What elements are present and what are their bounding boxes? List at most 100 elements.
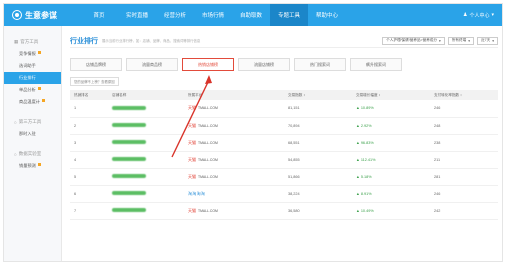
ranking-table: 热销排名 店铺名称 所属平台 交易指数 ↕ 交易增长幅度 ↕ 支付转化率指数 ↕…: [70, 90, 498, 220]
column-header-rank: 热销排名: [70, 90, 108, 100]
period-select[interactable]: 近7天 ▾: [477, 36, 498, 45]
platform-name: 天猫 TMALL.COM: [188, 122, 218, 128]
rank-cell: 7: [70, 202, 108, 220]
conversion-cell: 242: [430, 202, 498, 220]
new-badge: [41, 99, 45, 102]
table-row[interactable]: 2 天猫 TMALL.COM 70,894 ▲ 2.92% 248: [70, 117, 498, 135]
nav-item-help[interactable]: 帮助中心: [308, 4, 346, 26]
ranking-tabs: 店铺品牌榜 流量商品榜 热销店铺榜 流量店铺榜 热门搜索词 飙升搜索词: [70, 58, 498, 71]
tab-rising-keywords[interactable]: 飙升搜索词: [350, 58, 402, 71]
tab-traffic-stores[interactable]: 流量店铺榜: [238, 58, 290, 71]
table-row[interactable]: 6 淘淘淘淘 38,224 ▲ 8.91% 246: [70, 185, 498, 203]
conversion-cell: 281: [430, 168, 498, 186]
sidebar-group-official[interactable]: ▦ 官方工具: [4, 36, 61, 48]
nav-item-operations[interactable]: 经营分析: [156, 4, 194, 26]
growth-cell: ▲ 10.49%: [352, 202, 430, 220]
grid-icon: ▦: [14, 39, 19, 44]
tab-brand-ranking[interactable]: 店铺品牌榜: [70, 58, 122, 71]
trade-index-cell: 54,855: [284, 151, 352, 169]
new-badge: [37, 51, 41, 54]
device-select[interactable]: 所有终端 ▾: [447, 36, 474, 45]
flask-icon: ○: [14, 151, 17, 157]
rank-cell: 6: [70, 185, 108, 203]
trade-index-cell: 70,894: [284, 117, 352, 135]
sidebar-group-lab[interactable]: ○ 数据实验室: [4, 148, 61, 160]
store-cell[interactable]: [108, 185, 184, 203]
platform-suffix: TMALL.COM: [198, 157, 218, 162]
rank-cell: 1: [70, 100, 108, 118]
store-cell[interactable]: [108, 202, 184, 220]
sidebar-item-competition[interactable]: 竞争情报: [4, 48, 61, 60]
store-cell[interactable]: [108, 168, 184, 186]
conversion-cell: 246: [430, 100, 498, 118]
table-row[interactable]: 3 天猫 TMALL.COM 68,551 ▲ 96.83% 238: [70, 134, 498, 152]
growth-cell: ▲ 5.18%: [352, 168, 430, 186]
not-ranked-hint[interactable]: 您的品牌不上榜？查看原因: [70, 77, 119, 86]
platform-name: 天猫 TMALL.COM: [188, 156, 218, 162]
column-header-conversion[interactable]: 支付转化率指数 ↕: [430, 90, 498, 100]
sidebar-item-item-analysis[interactable]: 单品分析: [4, 84, 61, 96]
tab-traffic-items[interactable]: 流量商品榜: [126, 58, 178, 71]
platform-name: 天猫 TMALL.COM: [188, 173, 218, 179]
nav-item-tools[interactable]: 专题工具: [270, 4, 308, 26]
platform-cell: 天猫 TMALL.COM: [184, 168, 284, 186]
sidebar-item-thermometer[interactable]: 商品温度计: [4, 96, 61, 108]
filter-controls: 个人护理/保健/营养品>营养成分 ▾ 所有终端 ▾ 近7天 ▾: [382, 36, 498, 45]
table-row[interactable]: 7 天猫 TMALL.COM 36,580 ▲ 10.49% 242: [70, 202, 498, 220]
sidebar-group-third-party[interactable]: ○ 第三方工具: [4, 116, 61, 128]
category-select[interactable]: 个人护理/保健/营养品>营养成分 ▾: [382, 36, 445, 45]
sidebar-item-third-party[interactable]: 那时入驻: [4, 128, 61, 140]
store-cell[interactable]: [108, 117, 184, 135]
platform-suffix: TMALL.COM: [198, 140, 218, 145]
platform-cell: 淘淘淘淘: [184, 185, 284, 203]
tab-hot-keywords[interactable]: 热门搜索词: [294, 58, 346, 71]
trade-index-cell: 38,224: [284, 185, 352, 203]
store-cell[interactable]: [108, 100, 184, 118]
platform-suffix: TMALL.COM: [198, 174, 218, 179]
platform-name: 天猫 TMALL.COM: [188, 105, 218, 111]
platform-cell: 天猫 TMALL.COM: [184, 202, 284, 220]
tab-hot-stores[interactable]: 热销店铺榜: [182, 58, 234, 71]
store-name-redacted: [112, 191, 146, 195]
store-name-redacted: [112, 140, 146, 144]
nav-item-live[interactable]: 实时直播: [118, 4, 156, 26]
page-subtitle: 展示当前行业排行榜，如：店铺、品牌、商品、搜索词等排行信息: [102, 39, 201, 43]
sidebar: ▦ 官方工具 竞争情报 选词助手 行业排行 单品分析 商品温度计 ○ 第三方工具…: [4, 26, 62, 261]
logo-icon: [12, 10, 22, 20]
puzzle-icon: ○: [14, 119, 17, 125]
rank-cell: 2: [70, 117, 108, 135]
growth-cell: ▲ 8.91%: [352, 185, 430, 203]
rank-cell: 3: [70, 134, 108, 152]
sidebar-item-keyword[interactable]: 选词助手: [4, 60, 61, 72]
rank-cell: 5: [70, 168, 108, 186]
store-name-redacted: [112, 105, 146, 110]
store-cell[interactable]: [108, 151, 184, 169]
platform-name: 天猫 TMALL.COM: [188, 139, 218, 145]
sidebar-item-forecast[interactable]: 销量预测: [4, 160, 61, 172]
table-row[interactable]: 5 天猫 TMALL.COM 51,866 ▲ 5.18% 281: [70, 168, 498, 186]
table-row[interactable]: 4 天猫 TMALL.COM 54,855 ▲ 112.41% 211: [70, 151, 498, 169]
conversion-cell: 248: [430, 117, 498, 135]
table-row[interactable]: 1 天猫 TMALL.COM 81,151 ▲ 10.89% 246: [70, 100, 498, 118]
nav-item-home[interactable]: 首页: [80, 4, 118, 26]
conversion-cell: 246: [430, 185, 498, 203]
main-nav: 首页 实时直播 经营分析 市场行情 自助取数 专题工具 帮助中心: [80, 4, 346, 26]
new-badge: [37, 87, 41, 90]
trade-index-cell: 36,580: [284, 202, 352, 220]
logo[interactable]: 生意参谋: [12, 10, 80, 21]
store-name-redacted: [112, 174, 146, 178]
store-cell[interactable]: [108, 134, 184, 152]
growth-cell: ▲ 10.89%: [352, 100, 430, 118]
user-menu[interactable]: ♟ 个人中心 ▾: [463, 12, 494, 19]
sidebar-item-industry-ranking[interactable]: 行业排行: [4, 72, 61, 84]
column-header-platform: 所属平台: [184, 90, 284, 100]
nav-item-market[interactable]: 市场行情: [194, 4, 232, 26]
chevron-down-icon: ▾: [468, 38, 470, 43]
platform-suffix: TMALL.COM: [198, 208, 218, 213]
conversion-cell: 211: [430, 151, 498, 169]
nav-item-self-query[interactable]: 自助取数: [232, 4, 270, 26]
column-header-growth[interactable]: 交易增长幅度 ↕: [352, 90, 430, 100]
trade-index-cell: 68,551: [284, 134, 352, 152]
column-header-trade-index[interactable]: 交易指数 ↕: [284, 90, 352, 100]
platform-cell: 天猫 TMALL.COM: [184, 100, 284, 118]
